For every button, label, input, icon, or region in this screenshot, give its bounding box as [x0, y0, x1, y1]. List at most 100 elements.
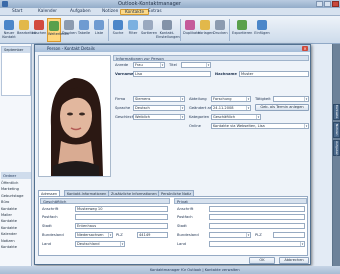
calendar-month: September [2, 47, 30, 53]
chevron-down-icon: ▾ [160, 63, 164, 67]
ribbon-export-button[interactable]: Exportieren [232, 18, 252, 42]
ribbon-list-button[interactable]: Liste [92, 18, 106, 42]
nachname-label: Nachname [215, 72, 237, 76]
side-tabs: Kontakte Notizen Aufgaben [333, 44, 340, 266]
postfach-input[interactable] [75, 214, 168, 220]
kategorien-label: Kategorien [189, 115, 210, 119]
ribbon-settings-button[interactable]: Kontakt-Einstellungen [156, 18, 180, 42]
private-postfach-label: Postfach [177, 215, 193, 219]
ribbon-sort-button[interactable]: Sortieren [141, 18, 157, 42]
delete-icon [34, 20, 44, 30]
filter-icon [128, 20, 138, 30]
private-bundesland-select[interactable]: ▾ [209, 232, 251, 238]
private-land-select[interactable]: ▾ [209, 241, 305, 247]
private-plz-input[interactable] [273, 232, 305, 238]
ribbon-print-button[interactable]: Drucken [62, 18, 77, 42]
window-title: Outlook-Kontaktmanager [118, 1, 181, 7]
chevron-down-icon: ▾ [246, 97, 250, 101]
anschrift-label: Anschrift [42, 207, 59, 211]
edit-icon [19, 20, 29, 30]
private-bundesland-label: Bundesland [177, 233, 199, 237]
mini-calendar[interactable]: September [1, 46, 31, 96]
private-stadt-label: Stadt [177, 224, 187, 228]
abteilung-select[interactable]: Forschung ▾ [211, 96, 251, 102]
ribbon-separator [229, 19, 230, 41]
menu-start[interactable]: Start [8, 9, 27, 15]
new-contact-icon [4, 20, 14, 30]
ribbon-separator [180, 19, 181, 41]
titel-select[interactable]: ▾ [181, 62, 211, 68]
land-label: Land [42, 242, 51, 246]
menu-aufgaben[interactable]: Aufgaben [66, 9, 95, 15]
ribbon-search-button[interactable]: Suche [111, 18, 125, 42]
ribbon-forward-button[interactable]: Weiterleiten [47, 18, 69, 42]
firma-label: Firma [115, 97, 126, 101]
ribbon-toolbar: Neuer Kontakt Bearbeiten Löschen Weiterl… [0, 16, 340, 44]
sprache-select[interactable]: Deutsch ▾ [133, 105, 185, 111]
chevron-down-icon: ▾ [180, 106, 184, 110]
cancel-button[interactable]: Abbrechen [279, 257, 309, 264]
import-icon [257, 20, 267, 30]
kategorien-select[interactable]: Geschäftlich ▾ [211, 114, 261, 120]
vorname-label: Vorname [115, 72, 134, 76]
side-tab-tasks[interactable]: Aufgaben [333, 140, 340, 156]
ribbon-import-button[interactable]: Einfügen [253, 18, 271, 42]
duplicates-icon [185, 20, 195, 30]
stadt-input[interactable]: Entenhaus [75, 223, 168, 229]
abteilung-label: Abteilung [189, 97, 207, 101]
private-stadt-input[interactable] [209, 223, 305, 229]
firma-select[interactable]: Siemens ▾ [133, 96, 185, 102]
chevron-down-icon: ▾ [120, 242, 124, 246]
vorname-input[interactable]: Lisa [133, 71, 211, 77]
ok-button[interactable]: OK [249, 257, 275, 264]
contact-photo[interactable] [38, 55, 111, 177]
template-icon [200, 20, 210, 30]
termin-button[interactable]: Geb. als Termin anlegen [255, 104, 309, 111]
private-plz-label: PLZ [255, 233, 262, 237]
anrede-select[interactable]: Frau ▾ [133, 62, 165, 68]
taetigkeit-select[interactable]: ▾ [273, 96, 309, 102]
anschrift-input[interactable]: Musterweg 10 [75, 206, 168, 212]
land-select[interactable]: Deutschland ▾ [75, 241, 125, 247]
printer-icon [64, 20, 74, 30]
menu-kalender[interactable]: Kalender [34, 9, 61, 15]
person-section-header: Informationen zur Person [113, 55, 309, 61]
chevron-down-icon: ▾ [256, 115, 260, 119]
minimize-button[interactable] [316, 1, 323, 7]
app-icon[interactable] [2, 1, 8, 7]
sort-icon [143, 20, 153, 30]
ribbon-templates-button[interactable]: Vorlagen [198, 18, 213, 42]
geschlecht-select[interactable]: Weiblich ▾ [133, 114, 185, 120]
ribbon-duplicates-button[interactable]: Duplikate [183, 18, 200, 42]
dialog-close-button[interactable]: × [302, 46, 308, 51]
menu-extras[interactable]: Extras [144, 9, 166, 15]
private-land-label: Land [177, 242, 186, 246]
stadt-label: Stadt [42, 224, 52, 228]
bundesland-select[interactable]: Niedersachsen ▾ [75, 232, 113, 238]
close-button[interactable] [332, 1, 339, 7]
anrede-label: Anrede [115, 63, 129, 67]
titel-label: Titel [169, 63, 177, 67]
navigation-pane: September Ordner Öffentlich Marketing Ge… [0, 44, 32, 266]
menu-notizen[interactable]: Notizen [98, 9, 122, 15]
forward-icon [49, 21, 59, 31]
ribbon-filter-button[interactable]: Filter [126, 18, 140, 42]
side-tab-notes[interactable]: Notizen [333, 122, 340, 138]
side-tab-contacts[interactable]: Kontakte [333, 104, 340, 120]
ribbon-edit-button[interactable]: Bearbeiten [17, 18, 36, 42]
ribbon-table-button[interactable]: Tabelle [77, 18, 91, 42]
online-select[interactable]: Kontakte via Webseiten, Lisa ▾ [211, 123, 309, 129]
maximize-button[interactable] [324, 1, 331, 7]
private-postfach-input[interactable] [209, 214, 305, 220]
menu-bar: Start Kalender Aufgaben Notizen Kontakte… [0, 8, 340, 16]
private-anschrift-input[interactable] [209, 206, 305, 212]
nachname-input[interactable]: Muster [239, 71, 309, 77]
tree-item[interactable]: Kontakte [1, 244, 31, 250]
plz-input[interactable]: 44149 [137, 232, 168, 238]
geaendert-date[interactable]: 24.11.2008 ▾ [211, 105, 251, 111]
ribbon-delete-button[interactable]: Löschen [32, 18, 46, 42]
ribbon-print2-button[interactable]: Drucken [213, 18, 228, 42]
taetigkeit-label: Tätigkeit [255, 97, 271, 101]
gear-icon [162, 20, 172, 30]
ribbon-new-contact-button[interactable]: Neuer Kontakt [2, 18, 16, 42]
